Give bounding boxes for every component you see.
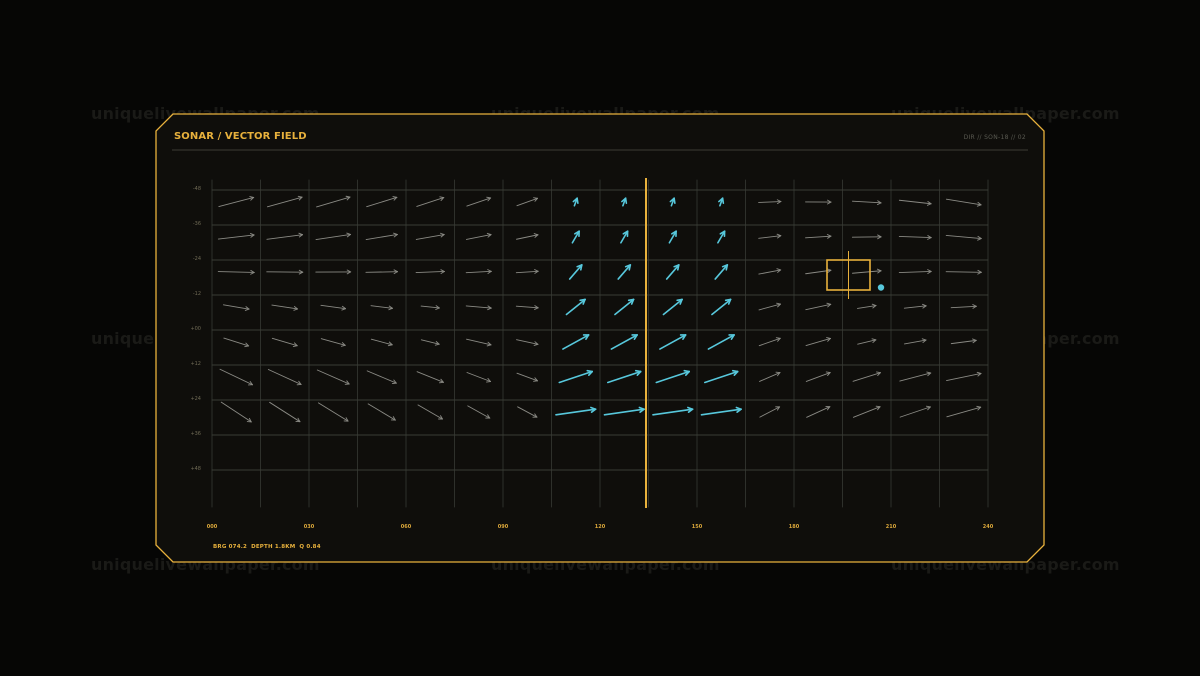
x-tick-label: 120: [594, 524, 606, 530]
x-tick-label: 030: [303, 524, 315, 530]
vector-head: [486, 381, 491, 383]
vector-head: [724, 298, 732, 302]
y-tick-label: +36: [190, 431, 201, 437]
x-tick-label: 240: [982, 524, 994, 530]
x-tick-label: 000: [206, 524, 218, 530]
bearing-readout: BRG 074.2: [213, 544, 248, 550]
x-tick-label: 180: [788, 524, 800, 530]
vector-head: [533, 380, 538, 382]
y-tick-label: +24: [190, 396, 201, 402]
y-tick-label: -24: [192, 256, 201, 262]
dot-marker-icon: [877, 284, 885, 291]
y-tick-label: -48: [192, 186, 201, 192]
x-tick-label: 210: [885, 524, 897, 530]
vector-head: [731, 369, 739, 373]
y-tick-label: +00: [190, 326, 201, 332]
vector-head: [634, 369, 642, 373]
vector-arrow: [945, 271, 982, 273]
vector-head: [825, 371, 831, 374]
x-tick-label: 060: [400, 524, 412, 530]
panel-title: SONAR / VECTOR FIELD: [174, 131, 307, 142]
status-readout: BRG 074.2 DEPTH 1.8KM Q 0.84: [213, 544, 325, 550]
x-tick-label: 150: [691, 524, 703, 530]
vector-head: [579, 298, 586, 302]
vector-head: [627, 298, 635, 302]
quality-readout: Q 0.84: [299, 544, 321, 550]
vector-head: [586, 369, 594, 373]
vector-head: [676, 298, 683, 302]
y-tick-label: -12: [192, 291, 201, 297]
depth-readout: DEPTH 1.8KM: [251, 544, 296, 550]
panel-code: DIR // SON-18 // 02: [963, 134, 1026, 141]
sonar-panel: [155, 113, 1045, 563]
y-tick-label: +12: [190, 361, 201, 367]
vector-head: [683, 369, 691, 373]
y-tick-label: +48: [190, 466, 201, 472]
y-tick-label: -36: [192, 221, 201, 227]
vector-head: [533, 197, 539, 199]
x-tick-label: 090: [497, 524, 509, 530]
